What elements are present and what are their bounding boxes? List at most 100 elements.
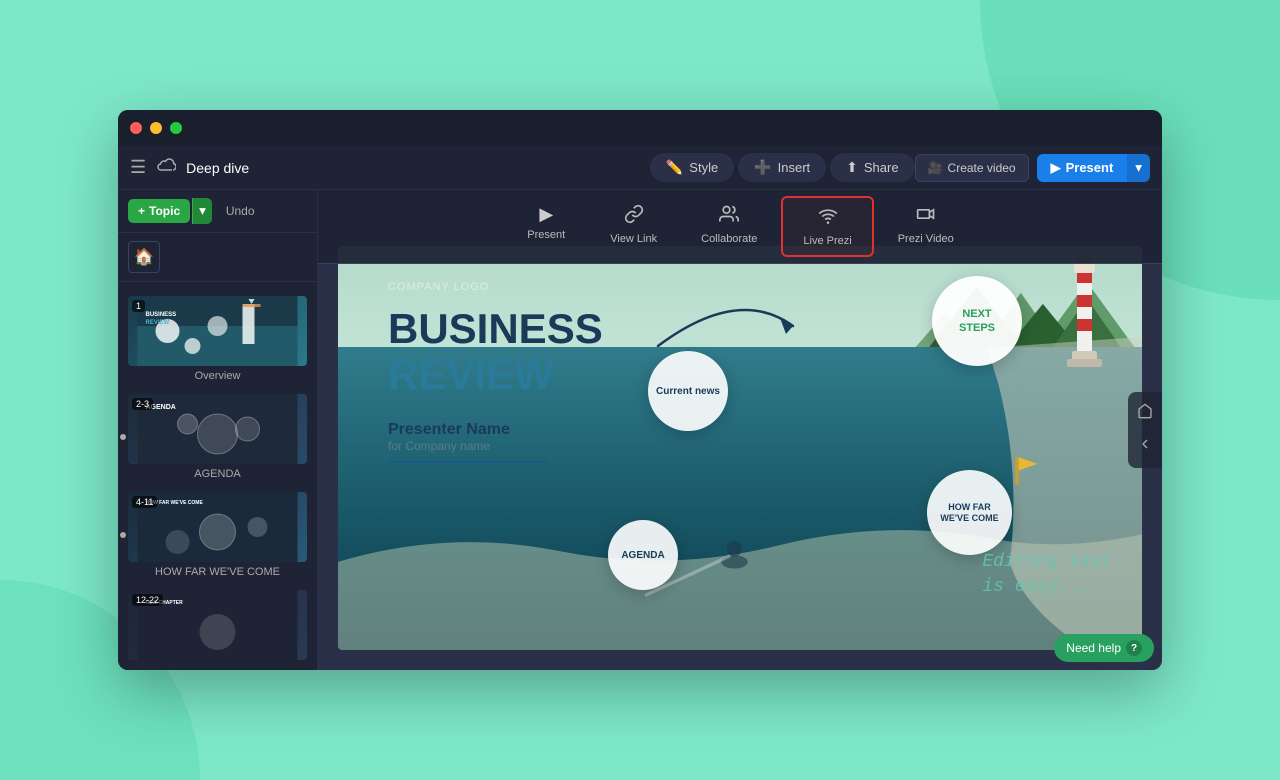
style-button[interactable]: ✏️ Style	[650, 153, 734, 182]
main-content: + Topic ▾ Undo 🏠	[118, 190, 1162, 670]
presenter-line	[388, 461, 548, 463]
thumb-agenda-img: AGENDA	[128, 394, 307, 464]
slide-dot	[120, 532, 126, 538]
toolbar-item-collaborate[interactable]: Collaborate	[681, 196, 777, 257]
right-icon-top[interactable]	[1132, 398, 1158, 429]
toolbar-label: Live Prezi	[803, 235, 851, 247]
create-video-button[interactable]: 🎥 Create video	[915, 154, 1029, 182]
slide-thumbnail: HOW FAR WE'VE COME 4-11	[128, 492, 307, 562]
slide-thumbnail: AGENDA 2-3	[128, 394, 307, 464]
next-steps-label: NEXTSTEPS	[959, 307, 995, 336]
cloud-icon[interactable]	[156, 158, 176, 177]
presenter-name: Presenter Name	[388, 421, 548, 439]
share-button[interactable]: ⬆ Share	[830, 153, 914, 182]
collaborate-icon	[719, 204, 739, 229]
undo-button[interactable]: Undo	[218, 199, 263, 223]
slide-label: AGENDA	[128, 468, 307, 480]
thumb-overview-img: BUSINESS REVIEW	[128, 296, 307, 366]
toolbar-item-prezi-video[interactable]: Prezi Video	[878, 196, 974, 257]
present-button[interactable]: ▶ Present	[1037, 154, 1128, 182]
presenter-info: Presenter Name for Company name	[388, 421, 548, 463]
agenda-node[interactable]: AGENDA	[608, 520, 678, 590]
traffic-light-green[interactable]	[170, 122, 182, 134]
presenter-company: for Company name	[388, 439, 548, 453]
insert-icon: ➕	[754, 159, 771, 176]
video-camera-icon: 🎥	[928, 161, 943, 175]
title-business: BUSINESS	[388, 306, 603, 352]
toolbar-item-present[interactable]: ▶ Present	[506, 196, 586, 257]
how-far-node[interactable]: HOW FARWE'VE COME	[927, 470, 1012, 555]
toolbar-item-live-prezi[interactable]: Live Prezi	[781, 196, 873, 257]
main-title: BUSINESS REVIEW	[388, 306, 603, 398]
presentation-content: COMPANY LOGO BUSINESS REVIEW Presenter N…	[338, 246, 1142, 650]
slide-item[interactable]: AGENDA 2-3 AGENDA	[118, 388, 317, 486]
svg-text:REVIEW: REVIEW	[146, 320, 170, 326]
traffic-light-yellow[interactable]	[150, 122, 162, 134]
current-news-node[interactable]: Current news	[648, 351, 728, 431]
slide-item[interactable]: BUSINESS REVIEW 1 Overview	[118, 290, 317, 388]
toolbar-label: Present	[527, 229, 565, 241]
right-icon-bottom[interactable]	[1132, 431, 1158, 462]
insert-button[interactable]: ➕ Insert	[738, 153, 826, 182]
lighthouse-icon	[1057, 251, 1112, 381]
home-button[interactable]: 🏠	[128, 241, 160, 273]
slide-thumbnail: BUSINESS REVIEW 1	[128, 296, 307, 366]
slide-item[interactable]: NEW CHAPTER 12-22	[118, 584, 317, 670]
plus-icon: +	[138, 204, 145, 218]
link-icon	[624, 204, 644, 229]
play-icon: ▶	[539, 204, 553, 225]
editing-text: Editing textis easy...	[982, 550, 1112, 600]
slide-list: BUSINESS REVIEW 1 Overview	[118, 282, 317, 670]
toolbar-label: Prezi Video	[898, 233, 954, 245]
sidebar-toolbar: + Topic ▾ Undo	[118, 190, 317, 233]
toolbar-item-view-link[interactable]: View Link	[590, 196, 677, 257]
slide-number-badge: 2-3	[132, 398, 153, 410]
style-icon: ✏️	[666, 159, 683, 176]
play-icon: ▶	[1051, 160, 1061, 176]
share-icon: ⬆	[846, 159, 858, 176]
slide-number-badge: 4-11	[132, 496, 157, 508]
canvas-area: ▶ Present View Link	[318, 190, 1162, 670]
toolbar-items: ▶ Present View Link	[506, 196, 974, 257]
next-steps-node[interactable]: NEXTSTEPS	[932, 276, 1022, 366]
agenda-label: AGENDA	[621, 550, 664, 561]
slide-thumbnail: NEW CHAPTER 12-22	[128, 590, 307, 660]
toolbar-dropdown: ▶ Present View Link	[318, 190, 1162, 264]
sidebar-home: 🏠	[118, 233, 317, 282]
live-prezi-icon	[818, 206, 838, 231]
how-far-label: HOW FARWE'VE COME	[940, 502, 998, 524]
sidebar: + Topic ▾ Undo 🏠	[118, 190, 318, 670]
slide-item[interactable]: HOW FAR WE'VE COME 4-11 HOW FAR WE'VE CO…	[118, 486, 317, 584]
menu-left: ☰ Deep dive	[130, 157, 650, 178]
add-topic-dropdown[interactable]: ▾	[192, 198, 212, 224]
menu-right: 🎥 Create video ▶ Present ▾	[915, 154, 1150, 182]
slide-label: Overview	[128, 370, 307, 382]
app-window: ☰ Deep dive ✏️ Style ➕ Insert ⬆ Share	[118, 110, 1162, 670]
menu-bar: ☰ Deep dive ✏️ Style ➕ Insert ⬆ Share	[118, 146, 1162, 190]
title-bar	[118, 110, 1162, 146]
hamburger-icon[interactable]: ☰	[130, 157, 146, 178]
toolbar-label: View Link	[610, 233, 657, 245]
slide-dot	[120, 434, 126, 440]
current-news-label: Current news	[656, 386, 720, 397]
help-icon: ?	[1126, 640, 1142, 656]
toolbar-label: Collaborate	[701, 233, 757, 245]
slide-number-badge: 12-22	[132, 594, 163, 606]
traffic-light-red[interactable]	[130, 122, 142, 134]
right-icons	[1128, 392, 1162, 468]
app-title: Deep dive	[186, 160, 249, 176]
present-button-group: ▶ Present ▾	[1037, 154, 1150, 182]
home-icon: 🏠	[134, 247, 154, 267]
slide-number-badge: 1	[132, 300, 145, 312]
need-help-button[interactable]: Need help ?	[1054, 634, 1154, 662]
slide-label: HOW FAR WE'VE COME	[128, 566, 307, 578]
svg-text:BUSINESS: BUSINESS	[146, 312, 177, 318]
arrow-curve-svg	[618, 266, 818, 366]
present-dropdown-arrow[interactable]: ▾	[1127, 154, 1150, 182]
presentation-canvas[interactable]: COMPANY LOGO BUSINESS REVIEW Presenter N…	[338, 246, 1142, 650]
menu-center: ✏️ Style ➕ Insert ⬆ Share	[650, 153, 915, 182]
add-topic-button[interactable]: + Topic	[128, 199, 190, 223]
title-review: REVIEW	[388, 352, 603, 398]
company-logo: COMPANY LOGO	[388, 281, 489, 293]
video-icon	[916, 204, 936, 229]
